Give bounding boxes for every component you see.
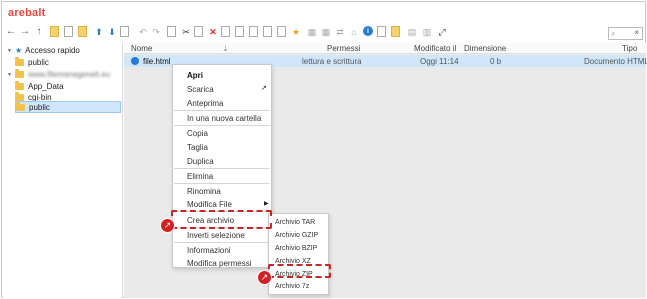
rename-icon[interactable]	[221, 26, 230, 37]
folder-icon	[15, 92, 24, 101]
folder-icon	[15, 57, 24, 66]
menu-divider	[174, 168, 270, 169]
paste-icon[interactable]	[194, 26, 203, 37]
menu-item-open[interactable]: Apri	[187, 71, 203, 80]
tree-app-data[interactable]: App_Data	[15, 81, 64, 92]
menu-item-preview[interactable]: Anteprima	[187, 99, 223, 108]
column-modified[interactable]: Modificato il	[414, 44, 456, 53]
delete-icon[interactable]: ✕	[207, 26, 219, 38]
submenu-item-bzip[interactable]: Archivio BZIP	[275, 245, 317, 252]
info-icon[interactable]: i	[363, 26, 373, 36]
star-icon: ★	[15, 46, 23, 55]
column-header: Nome ⇣ Permessi Modificato il Dimensione…	[124, 43, 646, 54]
up-icon[interactable]: ↑	[33, 26, 45, 38]
cut-icon[interactable]: ✂	[180, 26, 192, 38]
search-input[interactable]: ⌕ ×	[608, 27, 643, 40]
tree-label: public	[29, 102, 50, 112]
folder-icon	[16, 101, 25, 111]
file-modified: Oggi 11:14	[420, 57, 459, 66]
folder-icon	[15, 69, 24, 78]
home-folder-icon[interactable]	[50, 26, 59, 37]
tree-public[interactable]: public	[15, 101, 121, 113]
menu-item-download[interactable]: Scarica	[187, 85, 214, 94]
menu-item-duplicate[interactable]: Duplica	[187, 157, 214, 166]
column-type[interactable]: Tipo	[622, 44, 637, 53]
open-icon[interactable]	[120, 26, 129, 37]
select-all-icon[interactable]: ▦	[306, 26, 318, 38]
undo-icon[interactable]: ↶	[137, 26, 149, 38]
submenu-item-gzip[interactable]: Archivio GZIP	[275, 232, 318, 239]
clear-search-icon[interactable]: ×	[634, 28, 639, 37]
file-name: file.html	[143, 57, 171, 66]
archive-icon[interactable]	[263, 26, 272, 37]
external-link-icon: ↗	[261, 85, 267, 92]
duplicate-icon[interactable]	[235, 26, 244, 37]
column-name[interactable]: Nome	[131, 44, 152, 53]
upload-icon[interactable]: ⬆	[93, 26, 105, 38]
create-archive-highlight	[171, 210, 272, 229]
new-file-icon[interactable]	[64, 26, 73, 37]
tree-label: App_Data	[28, 82, 64, 91]
select-none-icon[interactable]: ▦	[320, 26, 332, 38]
sort-icon[interactable]: ⇣	[222, 44, 229, 53]
tree-label: Accesso rapido	[25, 46, 80, 55]
file-type: Documento HTML	[584, 57, 647, 66]
pointer-badge-icon: ↗	[258, 271, 271, 284]
menu-divider	[174, 183, 270, 184]
menu-item-edit-file[interactable]: Modifica File	[187, 200, 232, 209]
tree-quick-access[interactable]: ▼ ★ Accesso rapido	[7, 45, 80, 56]
list-view-icon[interactable]: ▥	[421, 26, 433, 38]
tree-label: www.filemanagerwtt.eu	[28, 70, 111, 79]
menu-item-cut[interactable]: Taglia	[187, 143, 208, 152]
permissions-icon[interactable]	[391, 26, 400, 37]
empty-trash-icon[interactable]: ⌂	[348, 26, 360, 38]
submenu-item-7z[interactable]: Archivio 7z	[275, 283, 309, 290]
expand-triangle-icon[interactable]: ▼	[7, 72, 13, 78]
menu-item-copy[interactable]: Copia	[187, 129, 208, 138]
tree-site-root[interactable]: ▼ www.filemanagerwtt.eu	[7, 69, 110, 80]
invert-select-icon[interactable]: ⇄	[334, 26, 346, 38]
html-file-icon	[131, 57, 139, 65]
file-manager-window: arebalt ← → ↑ ⬆ ⬇ ↶ ↷ ✂ ✕ ★ ▦ ▦ ⇄ ⌂ i ▤ …	[1, 1, 647, 298]
column-size[interactable]: Dimensione	[464, 44, 506, 53]
submenu-item-tar[interactable]: Archivio TAR	[275, 219, 315, 226]
file-size: 0 b	[490, 57, 502, 66]
favorite-star-icon[interactable]: ★	[290, 26, 302, 38]
menu-item-permissions[interactable]: Modifica permessi	[187, 259, 251, 268]
back-icon[interactable]: ←	[5, 26, 17, 38]
pointer-badge-icon: ↗	[161, 219, 174, 232]
menu-item-rename[interactable]: Rinomina	[187, 187, 221, 196]
icons-view-icon[interactable]: ▤	[406, 26, 418, 38]
zip-highlight	[268, 264, 331, 278]
new-folder-icon[interactable]	[78, 26, 87, 37]
menu-item-info[interactable]: Informazioni	[187, 246, 231, 255]
extract-icon[interactable]	[277, 26, 286, 37]
archive-submenu: Archivio TAR Archivio GZIP Archivio BZIP…	[268, 213, 329, 295]
copy-icon[interactable]	[167, 26, 176, 37]
column-permissions[interactable]: Permessi	[327, 44, 360, 53]
context-menu: Apri Scarica ↗ Anteprima In una nuova ca…	[172, 64, 272, 268]
expand-triangle-icon[interactable]: ▼	[7, 48, 13, 54]
edit-icon[interactable]	[249, 26, 258, 37]
app-logo: arebalt	[8, 7, 46, 19]
tree-label: public	[28, 58, 49, 67]
folder-icon	[15, 81, 24, 90]
tree-quick-public[interactable]: public	[15, 57, 49, 68]
sidebar-tree: ▼ ★ Accesso rapido public ▼ www.filemana…	[3, 43, 123, 298]
menu-divider	[174, 125, 270, 126]
search-icon: ⌕	[611, 29, 616, 38]
menu-item-new-folder[interactable]: In una nuova cartella	[187, 114, 261, 123]
properties-icon[interactable]	[377, 26, 386, 37]
fullscreen-icon[interactable]: ⤢	[436, 26, 448, 38]
forward-icon[interactable]: →	[19, 26, 31, 38]
menu-divider	[174, 110, 270, 111]
redo-icon[interactable]: ↷	[150, 26, 162, 38]
submenu-arrow-icon: ▶	[264, 201, 269, 207]
toolbar: ← → ↑ ⬆ ⬇ ↶ ↷ ✂ ✕ ★ ▦ ▦ ⇄ ⌂ i ▤ ▥ ⤢	[2, 24, 647, 42]
menu-divider	[174, 242, 270, 243]
download-icon[interactable]: ⬇	[106, 26, 118, 38]
file-permissions: lettura e scrittura	[302, 57, 362, 66]
menu-item-delete[interactable]: Elimina	[187, 172, 213, 181]
menu-item-invert-selection[interactable]: Inverti selezione	[187, 231, 245, 240]
